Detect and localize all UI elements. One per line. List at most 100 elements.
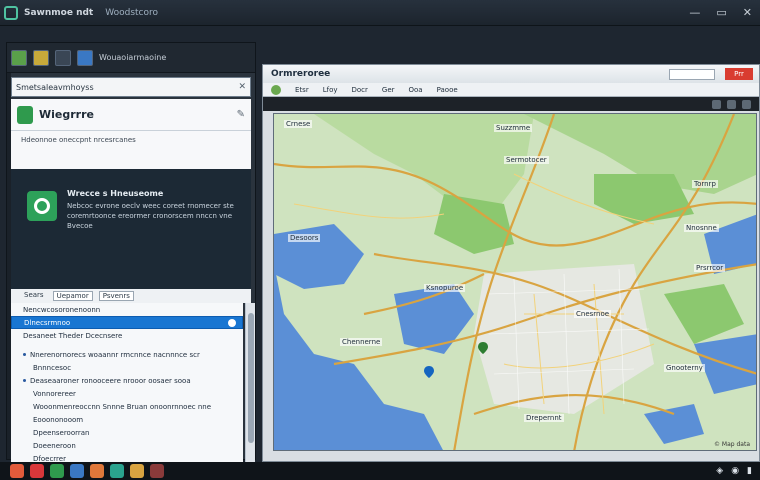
list-item[interactable]: Doeeneroon <box>11 439 243 452</box>
list-item-label: Nnerenornorecs woaannr rmcnnce nacnnnce … <box>30 350 200 359</box>
info-panel: Wrecce s Hneuseome Nebcoc evrone oeclv w… <box>11 169 251 289</box>
app-media-icon[interactable] <box>150 464 164 478</box>
app-map-icon[interactable] <box>130 464 144 478</box>
edit-icon[interactable]: ✎ <box>237 109 245 120</box>
map-copyright: © Map data <box>714 441 750 448</box>
restore-icon[interactable] <box>727 99 736 109</box>
map-label: Gnooterny <box>664 364 705 372</box>
minimize-icon[interactable]: — <box>689 6 700 19</box>
tab-search[interactable]: Sears <box>21 291 47 301</box>
os-subtitle: Woodstcoro <box>105 7 159 18</box>
map-menu: Etsr Lfoy Docr Ger Ooa Paooe <box>263 83 759 97</box>
system-tray: ◈ ◉ ▮ <box>716 466 752 476</box>
tab-bar: Sears Uepamor Psvenrs <box>11 289 251 303</box>
list-item-label: Deaseaaroner ronooceere nrooor oosaer so… <box>30 376 191 385</box>
left-toolbar: Wouaoiarmaoine <box>7 43 255 73</box>
info-heading: Wrecce s Hneuseome <box>67 189 164 198</box>
bullet-icon <box>23 353 26 356</box>
map-label: Chennerne <box>340 338 383 346</box>
document-icon[interactable] <box>55 49 71 66</box>
app-red-icon[interactable] <box>30 464 44 478</box>
app-green-icon[interactable] <box>50 464 64 478</box>
map-label: Desoors <box>288 234 321 242</box>
address-bar[interactable]: Smetsaleavmhoyss ✕ <box>11 77 251 97</box>
map-window: Ormreroree Prr Etsr Lfoy Docr Ger Ooa Pa… <box>262 64 760 462</box>
menu-item-ger[interactable]: Ger <box>382 86 395 94</box>
list-item-label: Desaneet Theder Dcecnsere <box>23 331 123 340</box>
start-icon[interactable] <box>10 464 24 478</box>
menu-item-ooa[interactable]: Ooa <box>409 86 423 94</box>
map-search-input[interactable] <box>669 68 715 80</box>
save-icon[interactable] <box>77 49 93 66</box>
location-pin-icon[interactable] <box>424 366 434 378</box>
map-title: Ormreroree <box>271 69 331 79</box>
globe-icon <box>271 84 281 95</box>
list-item[interactable]: Dpeenseroorran <box>11 426 243 439</box>
panel-description: Hdeonnoe oneccpnt nrcesrcanes <box>11 131 251 169</box>
list-item[interactable]: Nencwcosoronenoonn <box>11 303 243 316</box>
app-icon <box>17 105 33 124</box>
list-item-label: Nencwcosoronenoonn <box>23 305 101 314</box>
network-icon[interactable]: ◈ <box>716 466 723 476</box>
os-title-bar: Sawnmoe ndt Woodstcoro — ▭ ✕ <box>0 0 760 26</box>
map-label: Tornrp <box>692 180 718 188</box>
app-orange-icon[interactable] <box>90 464 104 478</box>
toolbar-label: Wouaoiarmaoine <box>99 53 167 62</box>
close-icon[interactable] <box>742 99 751 109</box>
list-item[interactable]: Nnerenornorecs woaannr rmcnnce nacnnnce … <box>11 348 243 361</box>
map-label: Drepernnt <box>524 414 564 422</box>
app-teal-icon[interactable] <box>110 464 124 478</box>
list-item[interactable]: Wooonmenreoccnn Snnne Bruan onoonrnnoec … <box>11 400 243 413</box>
folder-icon[interactable] <box>33 49 49 66</box>
scrollbar-thumb[interactable] <box>248 313 254 443</box>
menu-item-doc[interactable]: Docr <box>352 86 368 94</box>
list-item[interactable]: Eooononooom <box>11 413 243 426</box>
map-canvas[interactable]: Crnese Suzzmme Sermotocer Tornrp Desoors… <box>273 113 757 451</box>
list-item[interactable]: Dlnecsrmnoo <box>11 316 243 329</box>
list-item[interactable]: Desaneet Theder Dcecnsere <box>11 329 243 342</box>
map-label: Nnosnne <box>684 224 719 232</box>
list-item-label: Eooononooom <box>33 415 84 424</box>
map-label: Sermotocer <box>504 156 549 164</box>
map-label: Crnese <box>284 120 313 128</box>
app-blue-icon[interactable] <box>70 464 84 478</box>
minimize-icon[interactable] <box>712 99 721 109</box>
menu-item-lay[interactable]: Lfoy <box>323 86 338 94</box>
page-title: Wiegrrre <box>39 108 94 121</box>
address-text: Smetsaleavmhoyss <box>16 82 94 92</box>
left-window: Wouaoiarmaoine Smetsaleavmhoyss ✕ Wiegrr… <box>6 42 256 480</box>
ring-logo-icon <box>27 191 57 221</box>
list-item-label: Wooonmenreoccnn Snnne Bruan onoonrnnoec … <box>33 402 212 411</box>
map-label: Ksnopuroe <box>424 284 466 292</box>
list-item[interactable]: Bnnncesoc <box>11 361 243 374</box>
battery-icon[interactable]: ▮ <box>747 466 752 476</box>
list-item[interactable]: Deaseaaroner ronooceere nrooor oosaer so… <box>11 374 243 387</box>
map-window-controls <box>263 97 759 111</box>
map-label: Cnesrnoe <box>574 310 612 318</box>
close-icon[interactable]: ✕ <box>743 6 752 19</box>
list-item-label: Dlnecsrmnoo <box>24 318 71 327</box>
map-graphic[interactable] <box>274 114 757 451</box>
app-logo-icon <box>4 5 18 20</box>
item-list: Nencwcosoronenoonn Dlnecsrmnoo Desaneet Th… <box>11 303 243 480</box>
menu-item-page[interactable]: Paooe <box>437 86 458 94</box>
tab-preview[interactable]: Psvenrs <box>98 291 134 301</box>
panel-header: Wiegrrre ✎ <box>11 99 251 131</box>
list-item-label: Doeeneroon <box>33 441 76 450</box>
location-pin-icon[interactable] <box>478 342 488 354</box>
list-item-label: Dpeenseroorran <box>33 428 90 437</box>
os-title: Sawnmoe ndt <box>24 7 94 18</box>
tab-update[interactable]: Uepamor <box>52 291 93 301</box>
taskbar: ◈ ◉ ▮ <box>0 462 760 480</box>
maximize-icon[interactable]: ▭ <box>716 6 726 19</box>
list-item[interactable]: Vonnorereer <box>11 387 243 400</box>
info-icon[interactable] <box>228 318 236 327</box>
window-controls: — ▭ ✕ <box>689 6 752 19</box>
volume-icon[interactable]: ◉ <box>731 466 739 476</box>
scrollbar[interactable] <box>245 303 255 480</box>
map-badge-button[interactable]: Prr <box>725 68 753 80</box>
menu-item-edit[interactable]: Etsr <box>295 86 309 94</box>
home-icon[interactable] <box>11 49 27 66</box>
clear-icon[interactable]: ✕ <box>238 82 246 92</box>
bullet-icon <box>23 379 26 382</box>
